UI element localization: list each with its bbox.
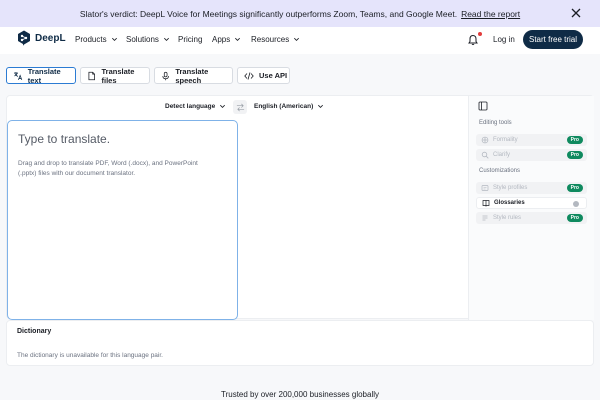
tab-translate-files[interactable]: Translate files <box>80 66 150 85</box>
style-rules-icon <box>482 215 488 221</box>
style-profiles-icon <box>481 185 489 191</box>
pro-badge: Pro <box>566 136 583 144</box>
source-hint: Drag and drop to translate PDF, Word (.d… <box>18 160 198 177</box>
toggle-indicator <box>573 201 579 207</box>
source-language-select[interactable]: Detect language <box>165 103 226 110</box>
nav-solutions[interactable]: Solutions <box>126 35 170 44</box>
pro-badge: Pro <box>566 214 583 222</box>
source-placeholder: Type to translate. <box>18 132 111 146</box>
formality-icon <box>481 136 489 144</box>
microphone-icon <box>162 71 169 80</box>
banner-report-link[interactable]: Read the report <box>461 9 520 19</box>
tab-use-api[interactable]: Use API <box>237 67 290 84</box>
sidebar-item-label: Glossaries <box>494 200 525 206</box>
notification-badge <box>478 32 482 36</box>
dictionary-panel: Dictionary The dictionary is unavailable… <box>6 320 594 366</box>
translator-panel: Detect language English (American) Type … <box>6 95 594 320</box>
editing-tools-heading: Editing tools <box>479 120 512 126</box>
close-icon[interactable] <box>570 7 582 19</box>
deepl-logo[interactable]: DeepL <box>17 30 66 46</box>
chevron-down-icon <box>220 104 226 108</box>
sidebar-item-formality[interactable]: Formality Pro <box>476 134 587 146</box>
deepl-logo-icon <box>18 30 30 46</box>
banner-text: Slator's verdict: DeepL Voice for Meetin… <box>79 8 458 19</box>
logo-text: DeepL <box>35 32 66 44</box>
sidebar-item-label: Style profiles <box>493 185 528 191</box>
tab-translate-speech[interactable]: Translate speech <box>154 66 233 85</box>
site-header: DeepL Products Solutions Pricing Apps Re… <box>0 27 600 54</box>
source-text-input[interactable]: Type to translate. Drag and drop to tran… <box>7 120 238 320</box>
sidebar-item-style-rules[interactable]: Style rules Pro <box>476 212 587 224</box>
nav-pricing[interactable]: Pricing <box>178 35 202 44</box>
sidebar-item-clarify[interactable]: Clarify Pro <box>476 149 587 161</box>
sidebar-item-glossaries[interactable]: Glossaries <box>476 197 587 209</box>
login-link[interactable]: Log in <box>493 35 515 44</box>
sidebar-toggle-icon[interactable] <box>478 101 488 111</box>
language-bar: Detect language English (American) <box>7 96 469 120</box>
tab-translate-text-label: Translate text <box>27 66 61 85</box>
chevron-down-icon <box>111 37 117 41</box>
swap-icon <box>236 103 244 111</box>
nav-apps[interactable]: Apps <box>212 35 241 44</box>
chevron-down-icon <box>318 104 324 108</box>
chevron-down-icon <box>163 37 169 41</box>
sidebar-item-label: Style rules <box>493 215 522 221</box>
file-icon <box>88 71 95 80</box>
notifications-icon[interactable] <box>467 34 479 46</box>
nav-pricing-label: Pricing <box>178 35 203 44</box>
target-language-select[interactable]: English (American) <box>254 103 324 110</box>
announcement-banner: Slator's verdict: DeepL Voice for Meetin… <box>0 0 600 27</box>
start-free-trial-button[interactable]: Start free trial <box>523 30 583 49</box>
target-language-label: English (American) <box>254 103 314 110</box>
nav-products[interactable]: Products <box>75 35 118 44</box>
customizations-heading: Customizations <box>479 168 521 174</box>
chevron-down-icon <box>235 37 241 41</box>
dictionary-title: Dictionary <box>17 328 52 335</box>
nav-solutions-label: Solutions <box>126 35 159 44</box>
chevron-down-icon <box>294 37 300 41</box>
tab-translate-files-label: Translate files <box>101 66 135 85</box>
dictionary-message: The dictionary is unavailable for this l… <box>17 352 163 359</box>
tab-translate-text[interactable]: Translate text <box>6 66 76 85</box>
book-icon <box>482 200 490 207</box>
nav-resources[interactable]: Resources <box>251 35 300 44</box>
nav-products-label: Products <box>75 35 107 44</box>
sidebar-item-label: Clarify <box>493 152 511 158</box>
pro-badge: Pro <box>566 151 583 159</box>
editing-sidepanel: Editing tools Formality Pro Clarify Pro … <box>469 96 594 320</box>
trust-statement: Trusted by over 200,000 businesses globa… <box>220 390 380 399</box>
nav-resources-label: Resources <box>251 35 290 44</box>
pro-badge: Pro <box>566 184 583 192</box>
source-language-label: Detect language <box>165 103 216 110</box>
sidebar-item-label: Formality <box>493 137 518 143</box>
nav-apps-label: Apps <box>212 35 231 44</box>
code-icon <box>244 71 254 80</box>
translate-icon <box>13 71 23 80</box>
sidebar-item-style-profiles[interactable]: Style profiles Pro <box>476 182 587 194</box>
tab-use-api-label: Use API <box>259 71 288 80</box>
magnifier-icon <box>481 151 489 159</box>
tab-translate-speech-label: Translate speech <box>175 66 209 85</box>
swap-languages-button[interactable] <box>233 100 247 114</box>
